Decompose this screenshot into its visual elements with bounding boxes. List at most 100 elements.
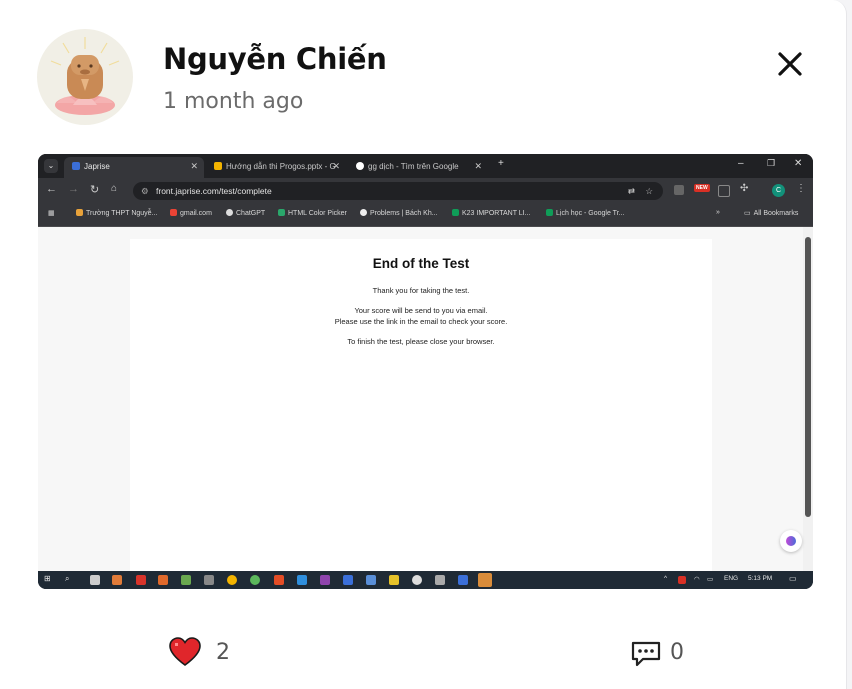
translate-icon[interactable]: ⇄ <box>628 182 635 200</box>
problems-icon <box>360 209 367 216</box>
browser-tab-bar: ⌄ Japrise ✕ Hướng dẫn thi Progos.pptx - … <box>38 154 813 178</box>
bookmarks-bar: ▦ Trường THPT Nguyễ... gmail.com ChatGPT… <box>38 204 813 227</box>
task-view-icon[interactable] <box>90 575 100 585</box>
sheets-icon <box>452 209 459 216</box>
sheets-icon <box>546 209 553 216</box>
close-icon <box>778 52 802 76</box>
bookmark-item[interactable]: K23 IMPORTANT LI... <box>452 209 530 217</box>
app-icon[interactable] <box>412 575 422 585</box>
app-icon[interactable] <box>158 575 168 585</box>
chrome-icon[interactable] <box>227 575 237 585</box>
extension-icon[interactable] <box>674 185 684 195</box>
assistant-floating-button[interactable] <box>780 530 802 552</box>
visual-studio-icon[interactable] <box>320 575 330 585</box>
japrise-favicon <box>72 162 80 170</box>
restore-icon[interactable]: ❐ <box>767 158 775 169</box>
new-tab-icon[interactable]: + <box>498 158 504 169</box>
app-icon[interactable] <box>366 575 376 585</box>
vscode-icon[interactable] <box>297 575 307 585</box>
bookmark-item[interactable]: HTML Color Picker <box>278 209 347 217</box>
bookmark-label: Lịch học - Google Tr... <box>556 210 625 217</box>
search-icon[interactable]: ⌕ <box>65 574 69 584</box>
bookmark-item[interactable]: Lịch học - Google Tr... <box>546 209 624 217</box>
tab-label: Japrise <box>84 162 110 171</box>
reload-icon[interactable]: ↻ <box>90 183 99 196</box>
score-text-2: Please use the link in the email to chec… <box>334 317 508 326</box>
windows-start-icon[interactable]: ⊞ <box>44 574 51 583</box>
address-bar[interactable]: ⚙ front.japrise.com/test/complete ⇄ ☆ <box>133 182 663 200</box>
app-icon[interactable] <box>250 575 260 585</box>
home-icon[interactable]: ⌂ <box>111 183 117 194</box>
wifi-icon[interactable]: ◠ <box>694 575 700 583</box>
like-button[interactable] <box>168 636 202 668</box>
bookmark-item[interactable]: ChatGPT <box>226 209 265 217</box>
color-picker-icon <box>278 209 285 216</box>
app-icon[interactable] <box>458 575 468 585</box>
slides-favicon <box>214 162 222 170</box>
forward-icon[interactable]: → <box>68 183 79 195</box>
scrollbar[interactable] <box>803 227 813 571</box>
gmail-icon <box>170 209 177 216</box>
all-bookmarks[interactable]: ▭ All Bookmarks <box>744 209 798 217</box>
avatar[interactable] <box>37 29 133 125</box>
author-name[interactable]: Nguyễn Chiến <box>163 42 387 76</box>
comment-button[interactable] <box>630 640 662 668</box>
battery-icon[interactable]: ▭ <box>707 575 713 583</box>
score-text-1: Your score will be send to you via email… <box>354 306 488 315</box>
close-button[interactable] <box>772 46 808 82</box>
apps-grid-icon[interactable]: ▦ <box>48 209 55 217</box>
language-indicator[interactable]: ENG <box>724 575 738 582</box>
clock[interactable]: 5:13 PM <box>748 575 772 582</box>
comments-count: 0 <box>670 640 684 665</box>
window-close-icon[interactable]: ✕ <box>794 158 802 169</box>
heart-icon <box>169 637 201 666</box>
browser-toolbar: ← → ↻ ⌂ ⚙ front.japrise.com/test/complet… <box>38 178 813 204</box>
app-icon[interactable] <box>389 575 399 585</box>
test-complete-page: End of the Test Thank you for taking the… <box>130 239 712 571</box>
tab-close-icon[interactable]: ✕ <box>474 157 482 176</box>
bookmark-item[interactable]: Problems | Bách Kh... <box>360 209 438 217</box>
new-badge[interactable]: NEW <box>694 184 710 192</box>
site-info-icon[interactable]: ⚙ <box>141 186 149 196</box>
app-icon[interactable] <box>112 575 122 585</box>
tab-google[interactable]: gg dịch - Tìm trên Google ✕ <box>348 157 488 178</box>
reading-list-icon[interactable] <box>718 185 730 197</box>
menu-kebab-icon[interactable]: ⋮ <box>796 183 806 194</box>
tray-app-icon[interactable] <box>678 576 686 584</box>
brave-icon[interactable] <box>274 575 284 585</box>
app-icon[interactable] <box>343 575 353 585</box>
page-title: End of the Test <box>372 256 470 271</box>
profile-avatar[interactable]: C <box>772 184 785 197</box>
post-card: Nguyễn Chiến 1 month ago ⌄ Japrise ✕ Hướ… <box>0 0 847 689</box>
bookmark-label: K23 IMPORTANT LI... <box>462 210 531 217</box>
tab-japrise[interactable]: Japrise ✕ <box>64 157 204 178</box>
post-image-screenshot[interactable]: ⌄ Japrise ✕ Hướng dẫn thi Progos.pptx - … <box>38 154 813 589</box>
tab-search-icon[interactable]: ⌄ <box>44 159 58 173</box>
bookmark-label: ChatGPT <box>236 210 266 217</box>
tab-close-icon[interactable]: ✕ <box>332 157 340 176</box>
app-icon[interactable] <box>435 575 445 585</box>
brain-icon <box>786 536 796 546</box>
bookmark-label: Trường THPT Nguyễ... <box>86 210 158 217</box>
back-icon[interactable]: ← <box>46 183 57 195</box>
school-icon <box>76 209 83 216</box>
app-icon[interactable] <box>136 575 146 585</box>
tab-label: Hướng dẫn thi Progos.pptx - G <box>226 162 336 171</box>
comment-bubble-icon <box>631 641 661 667</box>
bookmark-item[interactable]: gmail.com <box>170 209 212 217</box>
bookmark-item[interactable]: Trường THPT Nguyễ... <box>76 209 157 217</box>
windows-taskbar: ⊞ ⌕ ^ ◠ ▭ ENG 5:13 PM ▭ <box>38 571 813 589</box>
tray-chevron-icon[interactable]: ^ <box>664 575 667 582</box>
extensions-puzzle-icon[interactable]: ✣ <box>740 183 748 194</box>
app-icon[interactable] <box>204 575 214 585</box>
minimize-icon[interactable]: – <box>738 158 744 169</box>
notifications-icon[interactable]: ▭ <box>789 574 797 583</box>
tab-close-icon[interactable]: ✕ <box>190 157 198 176</box>
more-bookmarks-icon[interactable]: » <box>716 209 720 216</box>
scrollbar-thumb[interactable] <box>805 237 811 517</box>
tab-slides[interactable]: Hướng dẫn thi Progos.pptx - G ✕ <box>206 157 346 178</box>
bookmark-star-icon[interactable]: ☆ <box>645 182 653 200</box>
active-app-icon[interactable] <box>478 573 492 587</box>
bookmark-label: HTML Color Picker <box>288 210 347 217</box>
app-icon[interactable] <box>181 575 191 585</box>
